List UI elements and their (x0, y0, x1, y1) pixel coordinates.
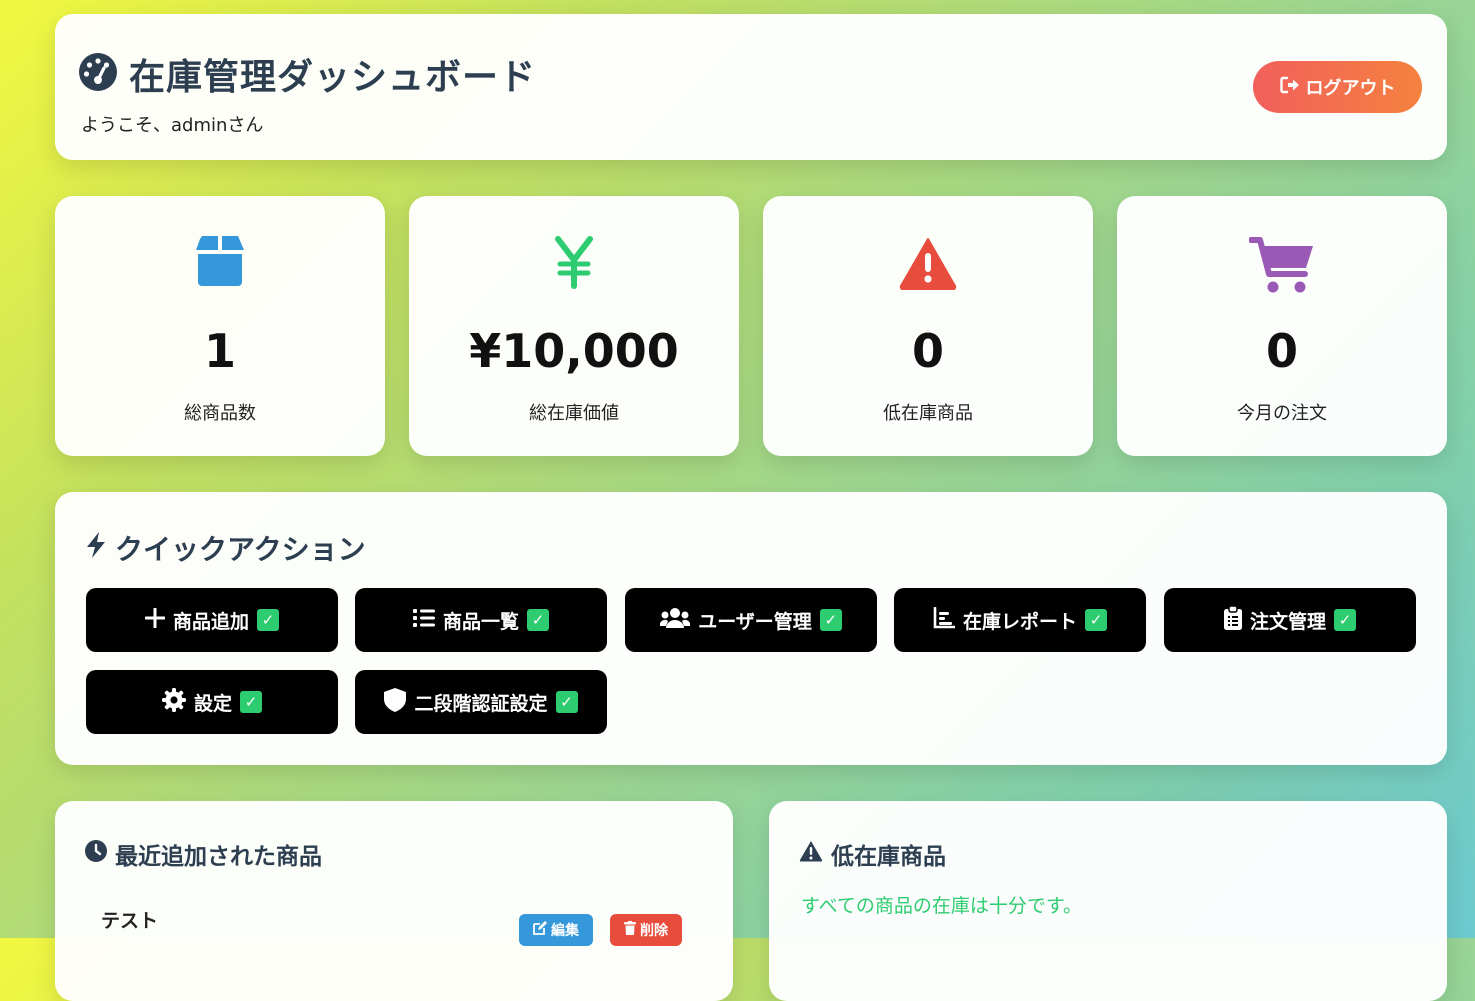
logout-button[interactable]: ログアウト (1253, 61, 1422, 113)
recent-products-panel: 最近追加された商品 テスト 編集 削除 (55, 801, 733, 1001)
inventory-report-button[interactable]: 在庫レポート ✓ (894, 588, 1146, 652)
stat-label: 総在庫価値 (529, 403, 619, 424)
gear-icon (161, 687, 186, 717)
stat-value: 0 (911, 324, 944, 378)
yen-icon (409, 236, 739, 296)
sign-out-icon (1279, 76, 1300, 99)
check-icon: ✓ (819, 609, 842, 631)
low-stock-title-row: 低在庫商品 (799, 837, 946, 871)
stat-label: 低在庫商品 (883, 403, 973, 424)
quick-actions-panel: クイックアクション 商品追加 ✓ 商品一覧 ✓ ユーザー管理 ✓ 在庫レポート … (55, 492, 1447, 765)
list-item: テスト (101, 910, 159, 932)
trash-icon (624, 921, 636, 939)
page-title: 在庫管理ダッシュボード (129, 57, 537, 98)
user-management-label: ユーザー管理 (698, 610, 812, 633)
check-icon: ✓ (555, 691, 578, 713)
gauge-icon (79, 53, 117, 95)
warning-icon (763, 236, 1093, 296)
welcome-text: ようこそ、adminさん (81, 115, 264, 136)
stat-card-total-products: 1 総商品数 (55, 196, 385, 456)
add-product-button[interactable]: 商品追加 ✓ (86, 588, 338, 652)
edit-button[interactable]: 編集 (519, 914, 593, 946)
box-icon (55, 236, 385, 296)
check-icon: ✓ (240, 691, 262, 713)
order-management-button[interactable]: 注文管理 ✓ (1164, 588, 1416, 652)
check-icon: ✓ (257, 609, 279, 631)
shield-icon (384, 687, 407, 717)
stat-value: ¥10,000 (469, 324, 679, 378)
recent-products-title-row: 最近追加された商品 (85, 837, 322, 871)
chart-icon (933, 606, 956, 634)
stat-value: 1 (203, 324, 236, 378)
cart-icon (1117, 236, 1447, 296)
two-factor-settings-button[interactable]: 二段階認証設定 ✓ (355, 670, 607, 734)
plus-icon (144, 607, 166, 633)
stat-label: 今月の注文 (1237, 403, 1327, 424)
users-icon (660, 607, 691, 634)
stat-card-inventory-value: ¥10,000 総在庫価値 (409, 196, 739, 456)
quick-actions-title-row: クイックアクション (85, 528, 366, 568)
quick-actions-title: クイックアクション (115, 533, 366, 566)
stat-label: 総商品数 (184, 403, 256, 424)
inventory-report-label: 在庫レポート (962, 610, 1077, 633)
warning-icon (799, 840, 823, 868)
delete-button[interactable]: 削除 (610, 914, 682, 946)
logout-label: ログアウト (1305, 78, 1396, 99)
stat-card-low-stock: 0 低在庫商品 (763, 196, 1093, 456)
stat-card-monthly-orders: 0 今月の注文 (1117, 196, 1447, 456)
check-icon: ✓ (1334, 609, 1356, 631)
delete-label: 削除 (640, 923, 668, 939)
clipboard-icon (1223, 604, 1242, 635)
low-stock-title: 低在庫商品 (831, 844, 946, 870)
settings-button[interactable]: 設定 ✓ (86, 670, 338, 734)
add-product-label: 商品追加 (172, 610, 249, 633)
order-management-label: 注文管理 (1249, 610, 1326, 633)
low-stock-panel: 低在庫商品 すべての商品の在庫は十分です。 (769, 801, 1447, 1001)
edit-label: 編集 (551, 923, 579, 939)
settings-label: 設定 (193, 692, 232, 715)
product-list-button[interactable]: 商品一覧 ✓ (355, 588, 607, 652)
dashboard-header: 在庫管理ダッシュボード ようこそ、adminさん ログアウト (55, 14, 1447, 160)
edit-icon (533, 921, 547, 939)
clock-icon (85, 840, 107, 868)
two-factor-settings-label: 二段階認証設定 (414, 692, 548, 715)
page-title-row: 在庫管理ダッシュボード (79, 48, 536, 100)
recent-products-title: 最近追加された商品 (115, 844, 322, 870)
check-icon: ✓ (527, 609, 549, 631)
check-icon: ✓ (1085, 609, 1107, 631)
user-management-button[interactable]: ユーザー管理 ✓ (625, 588, 877, 652)
stat-value: 0 (1265, 324, 1298, 378)
list-icon (412, 608, 435, 633)
bolt-icon (85, 531, 107, 566)
product-list-label: 商品一覧 (442, 610, 519, 633)
low-stock-status-message: すべての商品の在庫は十分です。 (801, 895, 1083, 917)
